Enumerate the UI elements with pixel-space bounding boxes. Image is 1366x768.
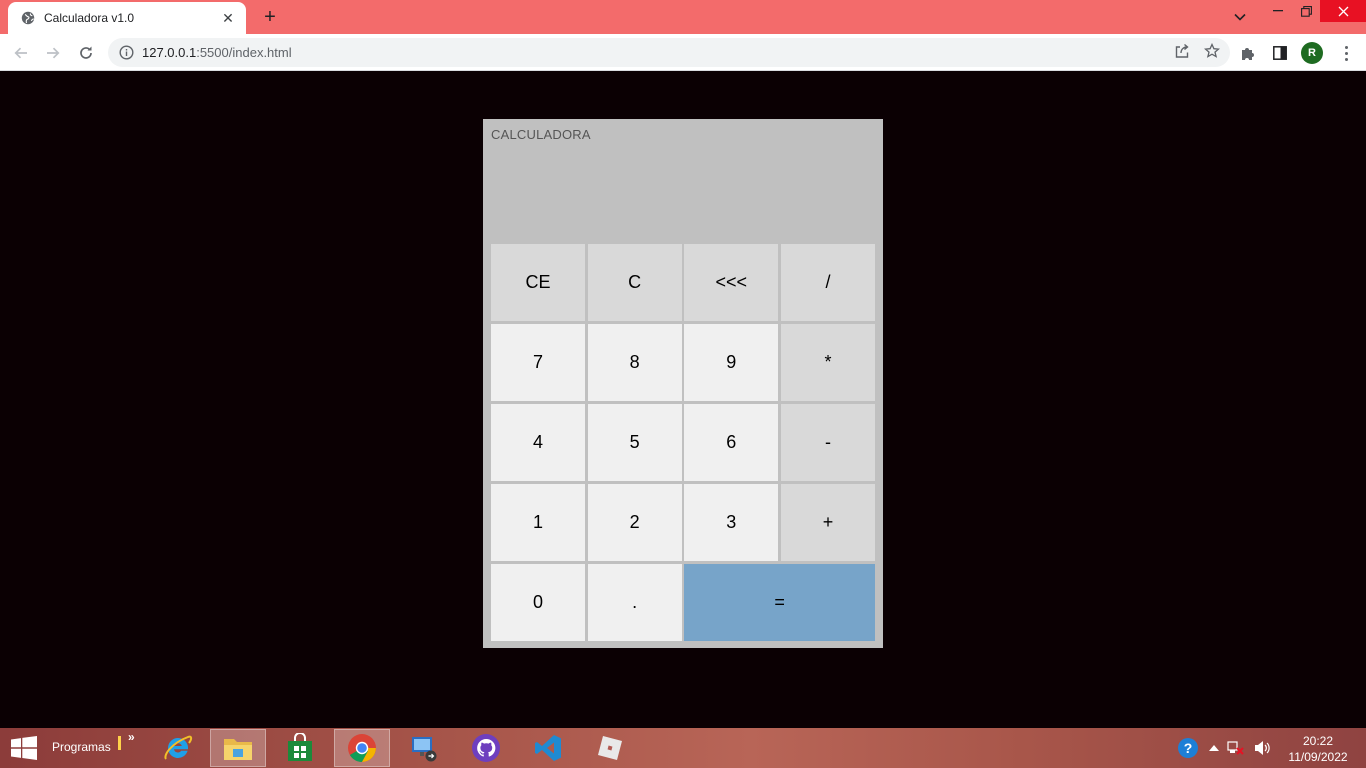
key-digit-2-button[interactable]: 2 xyxy=(587,484,682,561)
key-decimal-button[interactable]: . xyxy=(587,564,682,641)
roblox-icon[interactable] xyxy=(582,729,638,767)
windows-start-icon[interactable] xyxy=(10,736,38,760)
calculator-title: CALCULADORA xyxy=(491,127,591,142)
key-digit-3-button[interactable]: 3 xyxy=(684,484,779,561)
key-add-button[interactable]: + xyxy=(780,484,875,561)
window-restore-button[interactable] xyxy=(1292,0,1320,22)
key-divide-button[interactable]: / xyxy=(780,244,875,321)
vscode-icon[interactable] xyxy=(520,729,576,767)
address-bar[interactable]: 127.0.0.1:5500/index.html xyxy=(108,38,1230,67)
browser-menu-icon[interactable] xyxy=(1336,42,1356,64)
calculator-keypad: CE C <<</ 7 8 9 * 4 5 6- 1 2 3 +0. = xyxy=(491,244,875,641)
browser-toolbar: 127.0.0.1:5500/index.html R xyxy=(0,34,1366,71)
key-digit-6-button[interactable]: 6 xyxy=(684,404,779,481)
store-icon[interactable] xyxy=(272,729,328,767)
github-desktop-icon[interactable] xyxy=(458,729,514,767)
calculator-display xyxy=(491,147,875,237)
svg-text:?: ? xyxy=(1184,740,1193,756)
page-viewport: CALCULADORA CE C <<</ 7 8 9 * 4 5 6- 1 2 3 +0. = xyxy=(0,71,1366,728)
url-path: :5500/index.html xyxy=(196,45,292,60)
calculator: CALCULADORA CE C <<</ 7 8 9 * 4 5 6- 1 2 3 +0. = xyxy=(483,119,883,648)
site-info-icon[interactable] xyxy=(118,45,134,61)
clock-time: 20:22 xyxy=(1302,734,1334,748)
tab-title: Calculadora v1.0 xyxy=(44,11,135,25)
key-equals-button[interactable]: = xyxy=(684,564,875,641)
key-multiply-button[interactable]: * xyxy=(780,324,875,401)
window-close-button[interactable] xyxy=(1320,0,1366,22)
internet-explorer-icon[interactable] xyxy=(150,729,206,767)
url-host: 127.0.0.1 xyxy=(142,45,197,60)
profile-avatar[interactable]: R xyxy=(1301,42,1323,64)
network-warning-icon[interactable] xyxy=(1226,734,1246,762)
key-backspace-button[interactable]: <<< xyxy=(684,244,779,321)
help-icon[interactable]: ? xyxy=(1176,734,1200,762)
chrome-icon[interactable] xyxy=(334,729,390,767)
taskbar-clock[interactable]: 20:22 11/09/2022 xyxy=(1280,733,1356,765)
volume-icon[interactable] xyxy=(1252,734,1274,762)
side-panel-icon[interactable] xyxy=(1268,41,1292,65)
tab-close-icon[interactable]: ✕ xyxy=(220,10,236,27)
forward-arrow-icon[interactable] xyxy=(40,40,66,66)
key-clear-button[interactable]: C xyxy=(587,244,682,321)
remote-desktop-icon[interactable] xyxy=(396,729,452,767)
key-digit-8-button[interactable]: 8 xyxy=(587,324,682,401)
tray-overflow-icon[interactable] xyxy=(1206,734,1222,762)
key-digit-1-button[interactable]: 1 xyxy=(491,484,585,561)
toolbar-overflow-chevron[interactable]: » xyxy=(128,730,135,744)
key-digit-0-button[interactable]: 0 xyxy=(491,564,585,641)
bookmark-star-icon[interactable] xyxy=(1203,42,1221,64)
url-text: 127.0.0.1:5500/index.html xyxy=(142,45,1230,60)
key-digit-9-button[interactable]: 9 xyxy=(684,324,779,401)
back-arrow-icon[interactable] xyxy=(8,40,34,66)
file-explorer-icon[interactable] xyxy=(210,729,266,767)
key-subtract-button[interactable]: - xyxy=(780,404,875,481)
key-digit-5-button[interactable]: 5 xyxy=(587,404,682,481)
new-tab-button[interactable]: + xyxy=(258,5,282,29)
window-minimize-button[interactable] xyxy=(1264,0,1292,22)
taskbar: Programas » ? 20:22 11/09/2022 xyxy=(0,728,1366,768)
share-icon[interactable] xyxy=(1174,43,1190,64)
toolbar-separator xyxy=(118,736,121,750)
tab-search-chevron-icon[interactable] xyxy=(1228,6,1252,28)
extensions-puzzle-icon[interactable] xyxy=(1236,41,1260,65)
reload-icon[interactable] xyxy=(73,40,99,66)
key-digit-4-button[interactable]: 4 xyxy=(491,404,585,481)
key-clear-entry-button[interactable]: CE xyxy=(491,244,585,321)
key-digit-7-button[interactable]: 7 xyxy=(491,324,585,401)
globe-icon xyxy=(20,10,36,26)
clock-date: 11/09/2022 xyxy=(1288,750,1348,764)
programs-toolbar-label[interactable]: Programas xyxy=(52,740,111,754)
browser-tabstrip: Calculadora v1.0 ✕ + xyxy=(0,0,1366,34)
browser-tab[interactable]: Calculadora v1.0 ✕ xyxy=(8,2,246,34)
